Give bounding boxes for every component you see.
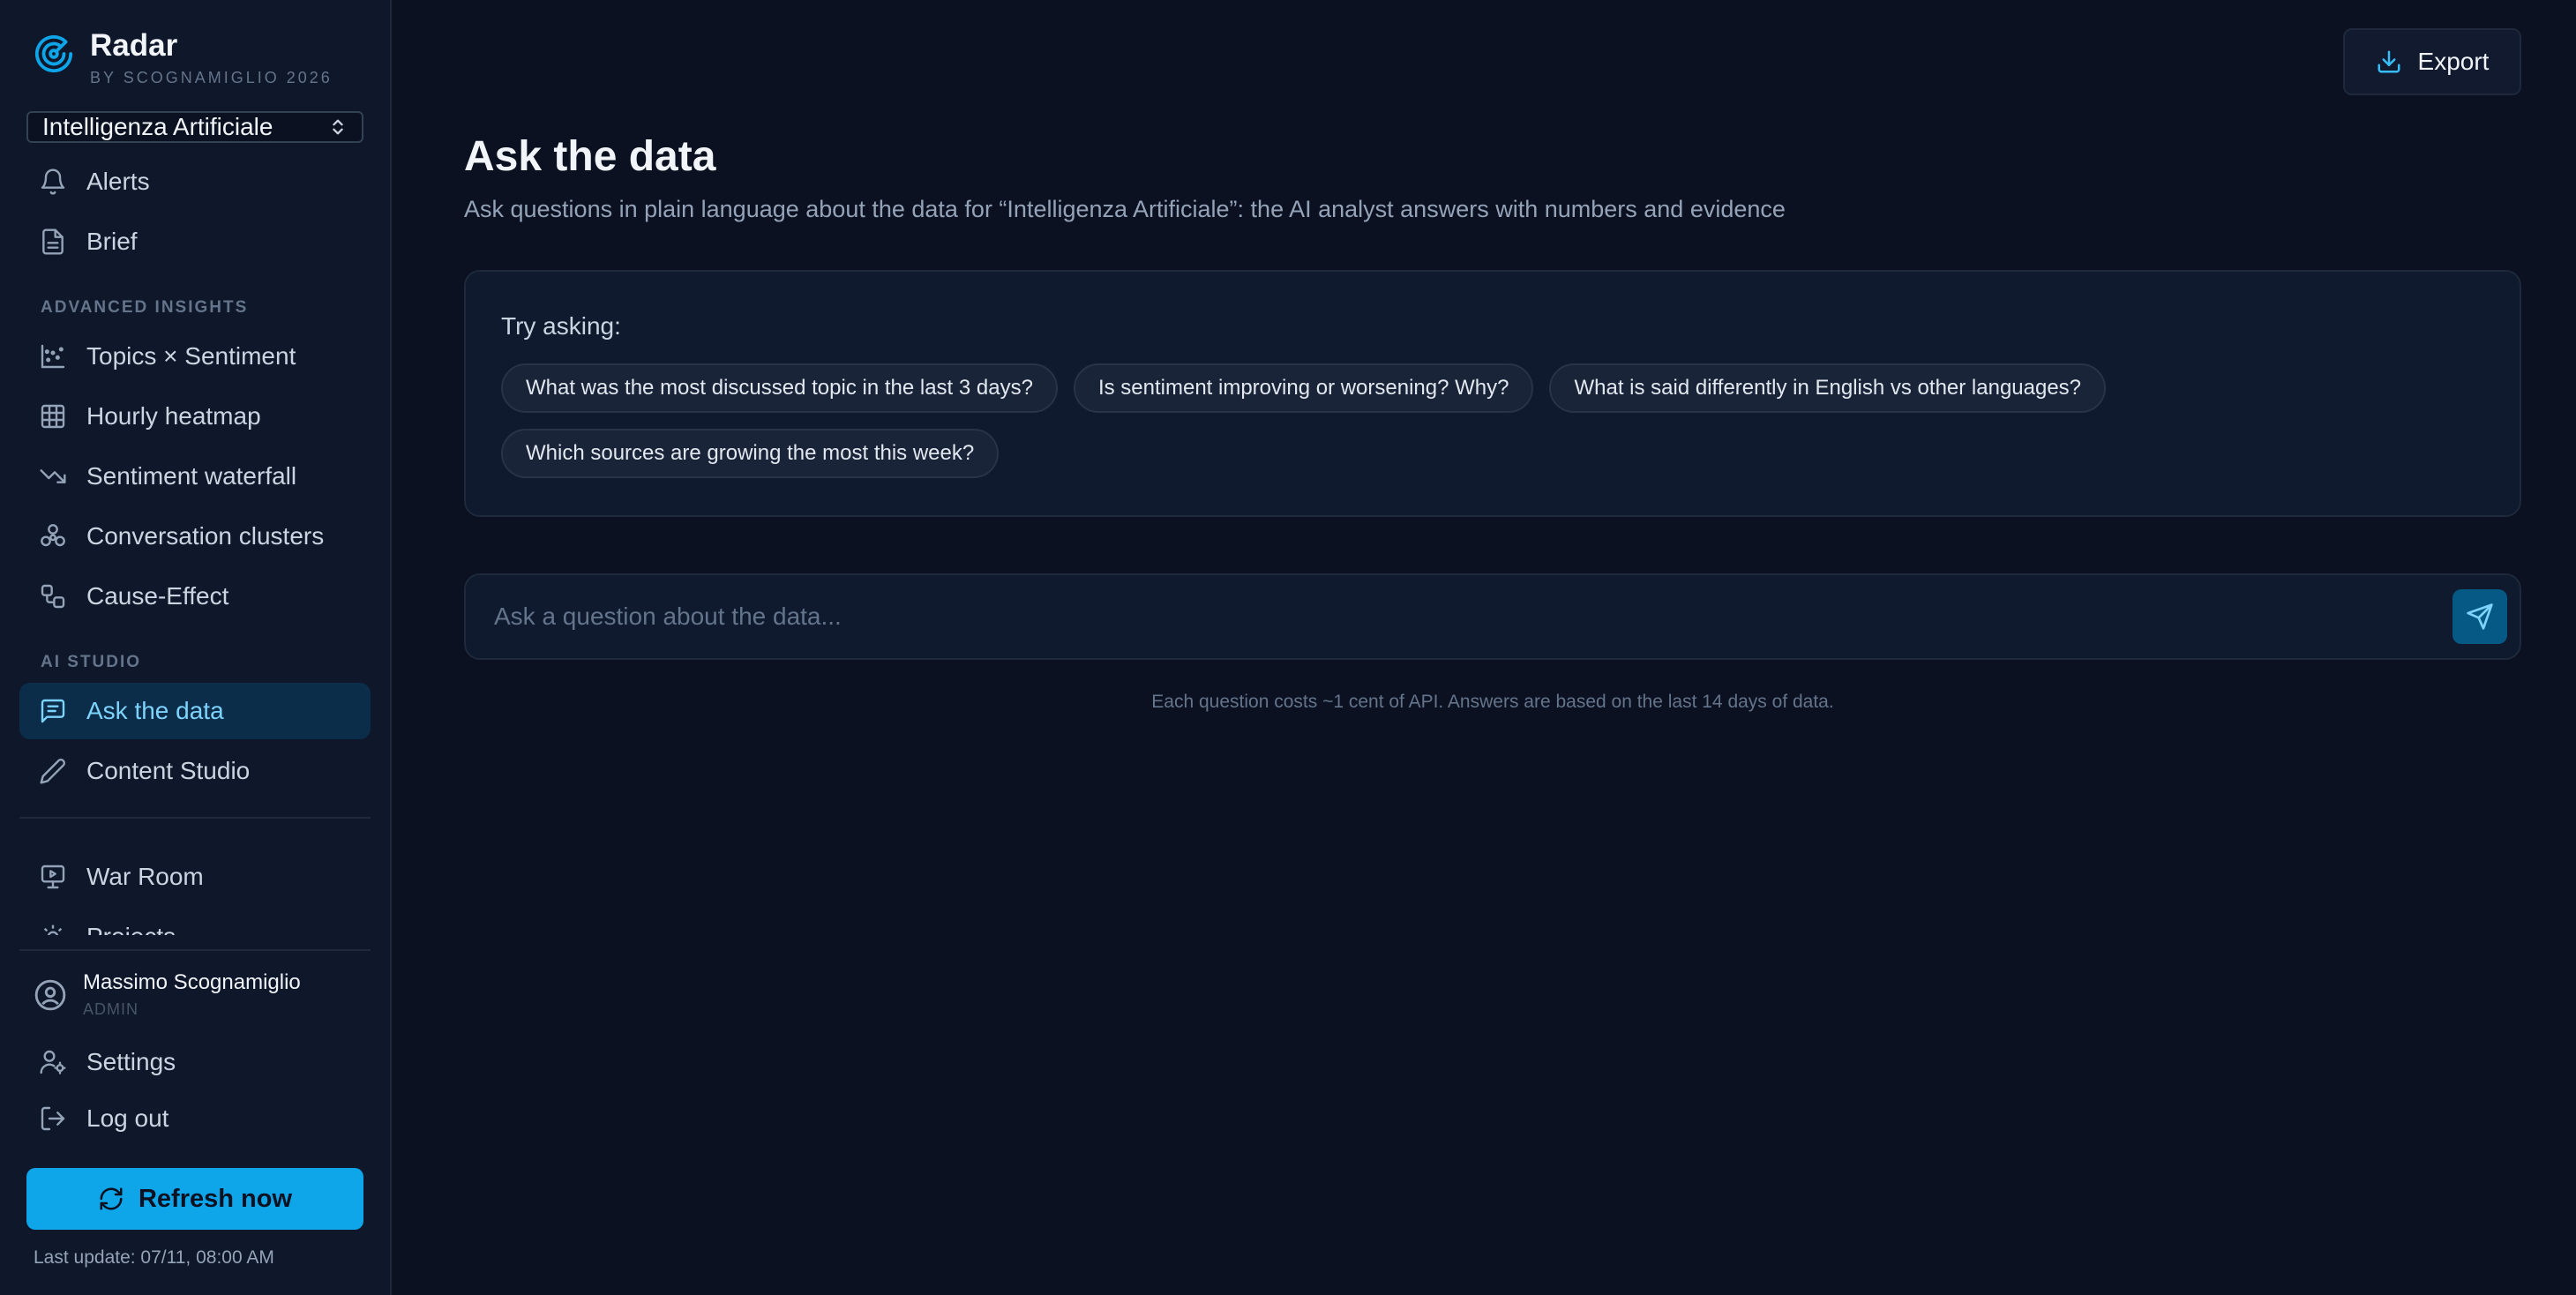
grid-icon [39, 402, 67, 430]
nav-label-conversation-clusters: Conversation clusters [86, 522, 325, 550]
pen-icon [39, 757, 67, 785]
nav-item-brief[interactable]: Brief [19, 213, 371, 270]
brand[interactable]: Radar BY SCOGNAMIGLIO 2026 [34, 28, 333, 87]
suggestion-chips: What was the most discussed topic in the… [501, 363, 2495, 478]
page-title: Ask the data [464, 133, 716, 180]
nav-label-projects: Projects [86, 923, 176, 935]
nav-label-cause-effect: Cause-Effect [86, 582, 229, 610]
user-avatar-icon [34, 978, 67, 1012]
nav-label-hourly-heatmap: Hourly heatmap [86, 402, 261, 430]
nav-item-war-room[interactable]: War Room [19, 849, 371, 905]
suggestion-chip[interactable]: What is said differently in English vs o… [1549, 363, 2107, 413]
project-select-value: Intelligenza Artificiale [42, 113, 273, 140]
suggestions-label: Try asking: [501, 312, 621, 340]
user-settings-icon [39, 1048, 67, 1076]
nav-item-ask-the-data[interactable]: Ask the data [19, 683, 371, 739]
nav-label-topics-sentiment: Topics × Sentiment [86, 342, 296, 370]
nav-label-logout: Log out [86, 1104, 169, 1132]
sidebar-divider [19, 817, 371, 819]
nav-item-content-studio[interactable]: Content Studio [19, 743, 371, 799]
suggestion-chip[interactable]: Which sources are growing the most this … [501, 429, 1000, 478]
suggestion-chip[interactable]: Is sentiment improving or worsening? Why… [1073, 363, 1534, 413]
workflow-icon [39, 582, 67, 610]
section-label-ai-studio: AI STUDIO [41, 653, 142, 671]
user-name: Massimo Scognamiglio [83, 970, 301, 994]
nav-label-war-room: War Room [86, 863, 204, 890]
sidebar-divider-bottom [19, 949, 371, 951]
last-update-text: Last update: 07/11, 08:00 AM [34, 1247, 274, 1268]
nav-item-topics-sentiment[interactable]: Topics × Sentiment [19, 328, 371, 385]
export-label: Export [2417, 48, 2490, 75]
user-profile[interactable]: Massimo Scognamiglio ADMIN [34, 970, 301, 1019]
project-select[interactable]: Intelligenza Artificiale [26, 111, 363, 143]
nav-item-logout[interactable]: Log out [19, 1090, 371, 1147]
suggestions-card: Try asking: What was the most discussed … [464, 270, 2521, 517]
sidebar: Radar BY SCOGNAMIGLIO 2026 Intelligenza … [0, 0, 392, 1295]
presentation-icon [39, 863, 67, 891]
nav-item-sentiment-waterfall[interactable]: Sentiment waterfall [19, 448, 371, 505]
nav-item-alerts[interactable]: Alerts [19, 153, 371, 210]
send-button[interactable] [2452, 589, 2507, 644]
send-icon [2466, 603, 2494, 631]
cost-footnote: Each question costs ~1 cent of API. Answ… [1151, 692, 1834, 712]
log-out-icon [39, 1104, 67, 1133]
refresh-icon [98, 1186, 124, 1212]
nav-item-hourly-heatmap[interactable]: Hourly heatmap [19, 388, 371, 445]
download-icon [2376, 49, 2402, 75]
nav-label-content-studio: Content Studio [86, 757, 251, 784]
nav-item-cause-effect[interactable]: Cause-Effect [19, 568, 371, 625]
nav-item-conversation-clusters[interactable]: Conversation clusters [19, 508, 371, 565]
bell-icon [39, 168, 67, 196]
refresh-now-button[interactable]: Refresh now [26, 1168, 363, 1230]
nav-label-sentiment-waterfall: Sentiment waterfall [86, 462, 297, 490]
nav-item-projects[interactable]: Projects [19, 909, 371, 935]
scatter-chart-icon [39, 342, 67, 371]
user-role: ADMIN [83, 1000, 139, 1018]
chevron-up-down-icon [328, 115, 348, 139]
ask-question-input[interactable] [494, 575, 2435, 658]
refresh-now-label: Refresh now [138, 1184, 293, 1213]
nav-label-alerts: Alerts [86, 168, 150, 195]
users-cog-icon [39, 923, 67, 935]
brand-name: Radar [90, 28, 178, 63]
page-subtitle: Ask questions in plain language about th… [464, 196, 1786, 222]
nav-label-brief: Brief [86, 228, 138, 255]
document-icon [39, 228, 67, 256]
sidebar-scroll-area[interactable]: War Room Projects [0, 838, 392, 935]
nav-item-settings[interactable]: Settings [19, 1034, 371, 1090]
ask-box [464, 573, 2521, 660]
nav-label-ask-the-data: Ask the data [86, 697, 224, 724]
trending-down-icon [39, 462, 67, 490]
suggestion-chip[interactable]: What was the most discussed topic in the… [501, 363, 1058, 413]
section-label-advanced-insights: ADVANCED INSIGHTS [41, 298, 249, 317]
nav-label-settings: Settings [86, 1048, 176, 1075]
export-button[interactable]: Export [2343, 28, 2521, 95]
radar-logo-icon [34, 34, 74, 74]
message-square-text-icon [39, 697, 67, 725]
brand-subtitle: BY SCOGNAMIGLIO 2026 [90, 69, 333, 86]
clusters-icon [39, 522, 67, 550]
